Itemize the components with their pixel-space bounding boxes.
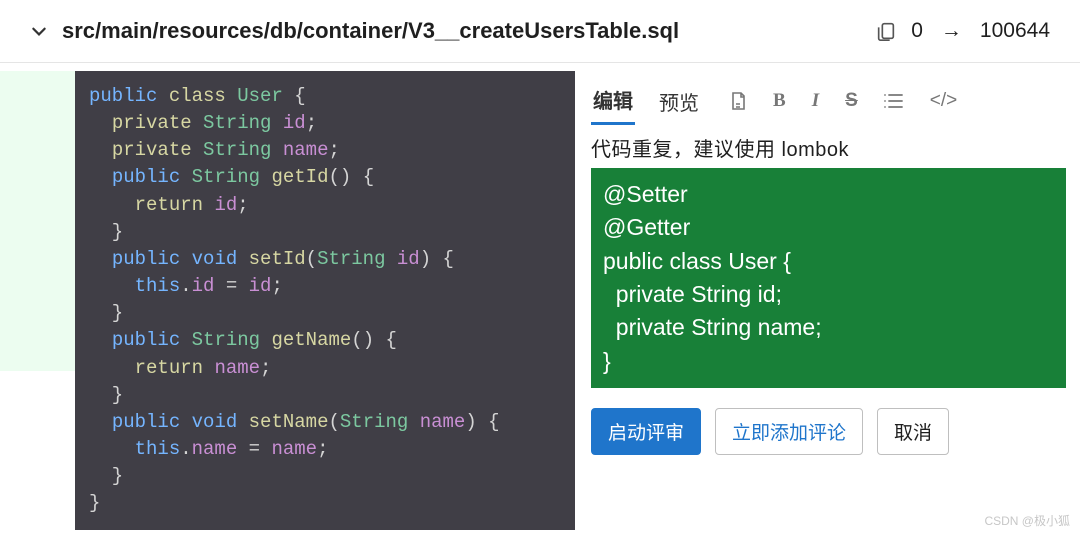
clipboard-icon[interactable] [875,20,897,42]
arrow-icon: → [941,19,962,43]
strikethrough-icon[interactable]: S [845,90,858,112]
content-row: public class User { private String id; p… [0,63,1080,530]
add-comment-now-button[interactable]: 立即添加评论 [715,408,863,455]
comment-body: 代码重复，建议使用 lombok @Setter @Getter public … [585,125,1072,394]
italic-icon[interactable]: I [812,90,819,112]
file-mode-to: 100644 [980,19,1050,43]
code-block: public class User { private String id; p… [75,71,575,530]
comment-text[interactable]: 代码重复，建议使用 lombok [591,133,1066,162]
code-icon[interactable]: </> [930,90,957,112]
list-icon[interactable] [884,92,904,110]
comment-panel: 编辑 预览 B I S </> 代码重复，建议使用 lombok @Setter… [585,71,1072,469]
tab-edit[interactable]: 编辑 [591,77,635,125]
chevron-down-icon[interactable] [30,22,48,40]
cancel-button[interactable]: 取消 [877,408,949,455]
action-row: 启动评审 立即添加评论 取消 [585,394,1072,469]
tab-preview[interactable]: 预览 [657,79,701,124]
start-review-button[interactable]: 启动评审 [591,408,701,455]
file-header: src/main/resources/db/container/V3__crea… [0,0,1080,63]
file-mode-from: 0 [911,19,923,43]
diff-gutter [0,71,75,371]
bold-icon[interactable]: B [773,90,786,112]
suggestion-block[interactable]: @Setter @Getter public class User { priv… [591,168,1066,388]
comment-toolbar: 编辑 预览 B I S </> [585,71,1072,125]
file-path[interactable]: src/main/resources/db/container/V3__crea… [62,18,861,44]
attach-icon[interactable] [729,91,747,111]
watermark: CSDN @极小狐 [984,512,1070,529]
